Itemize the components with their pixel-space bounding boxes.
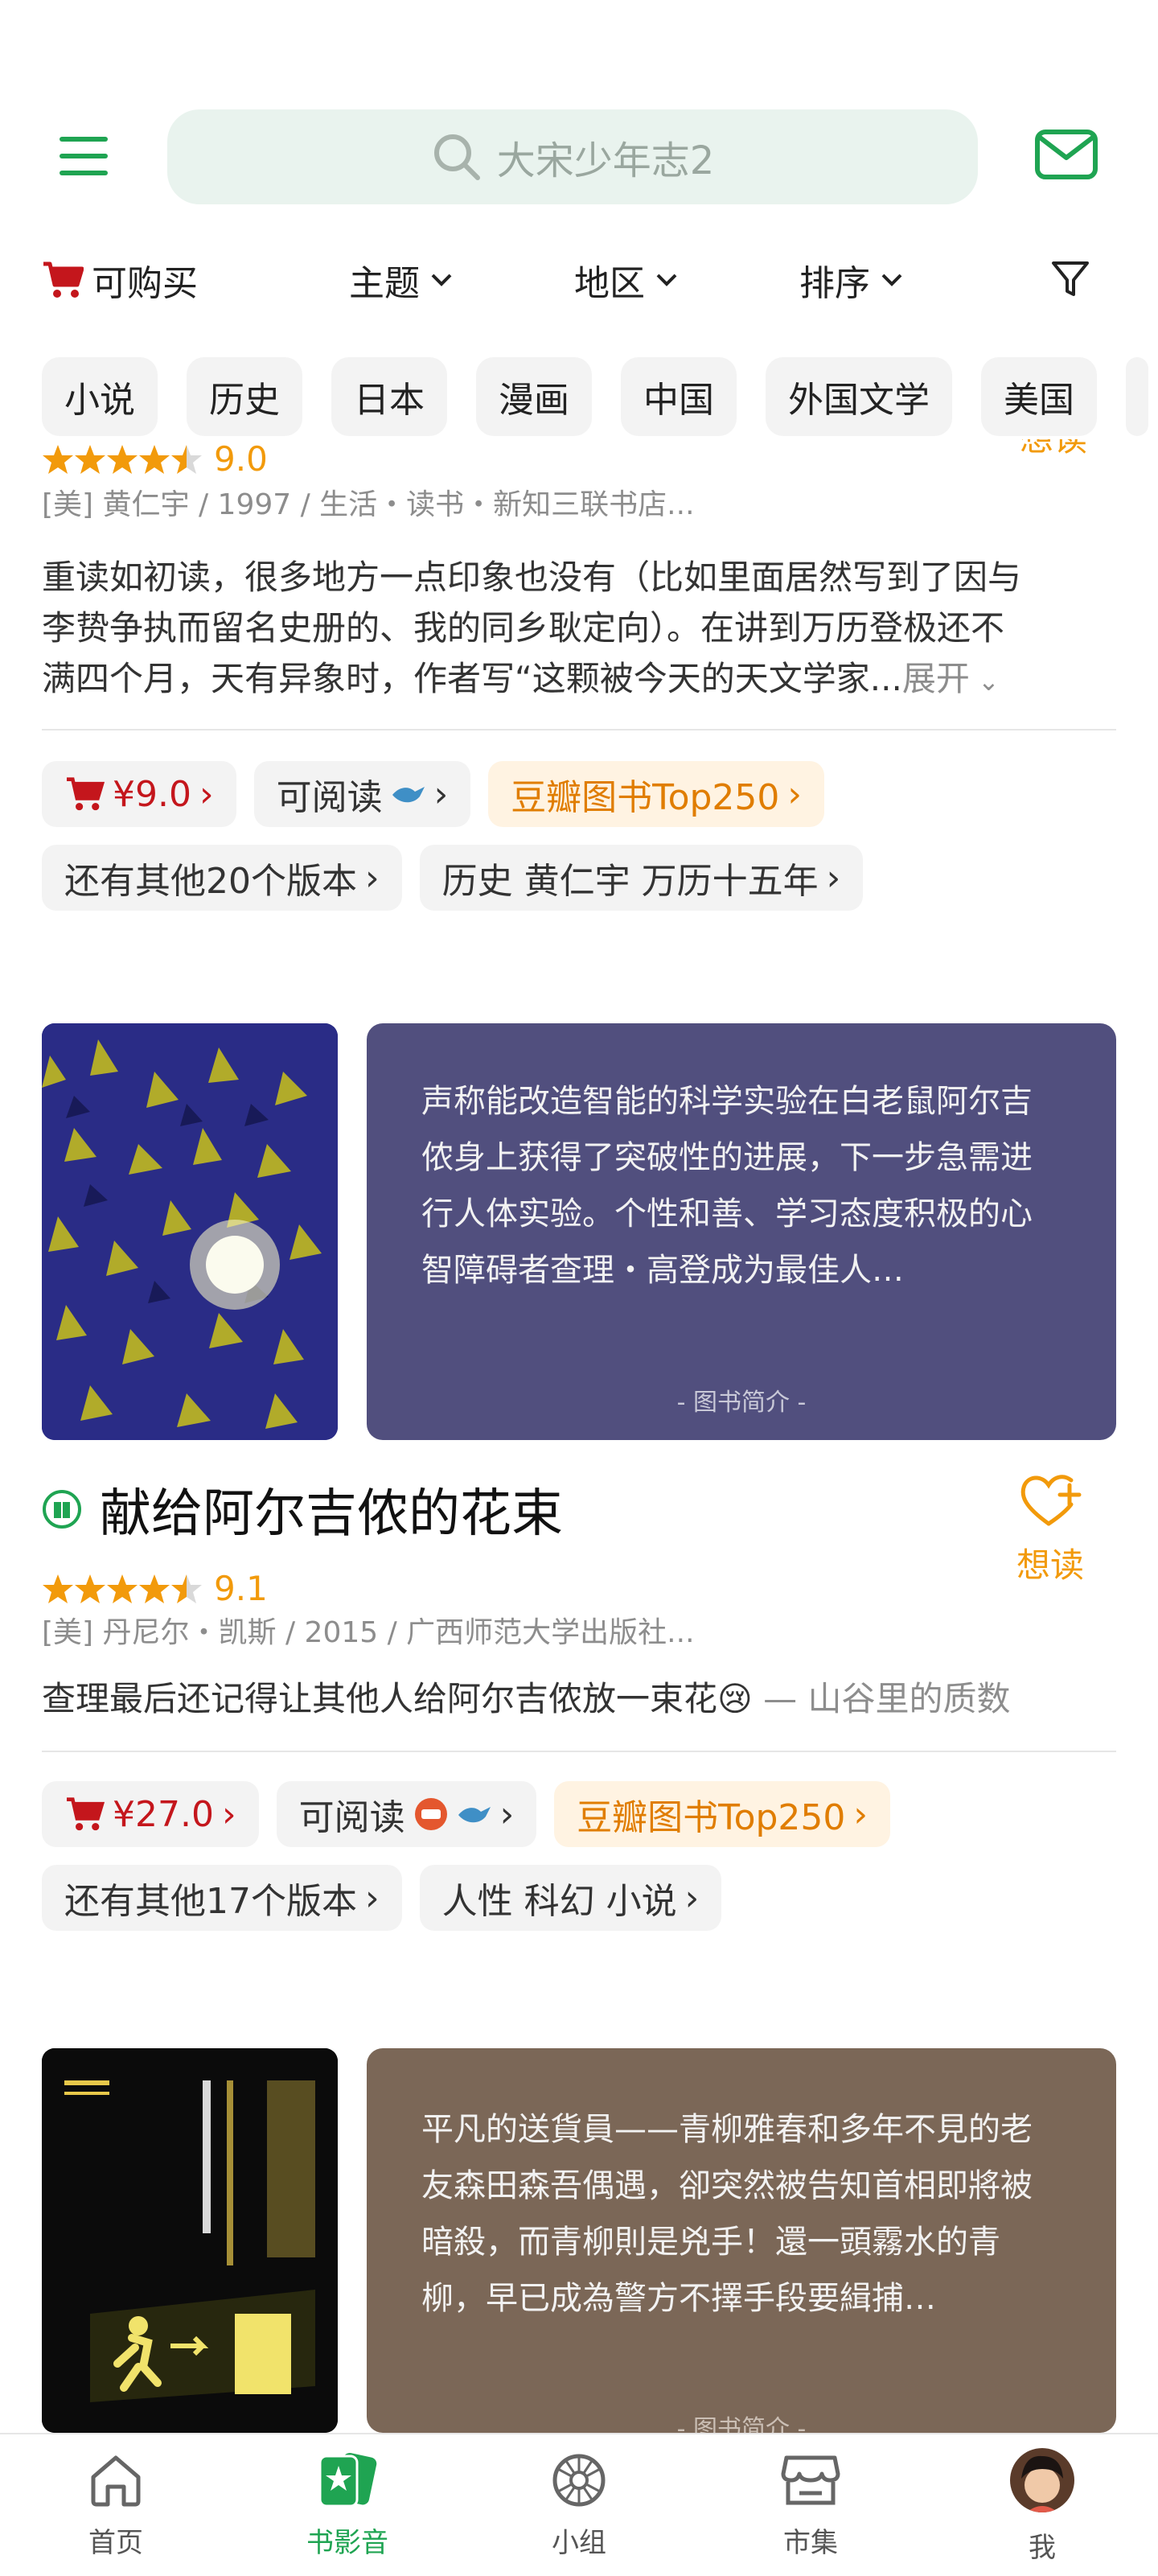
price-button[interactable]: ¥9.0 › [42, 761, 236, 827]
chevron-right-icon: › [826, 857, 841, 899]
book-title: 献给阿尔吉侬的花束 [100, 1484, 563, 1544]
home-icon [91, 2455, 141, 2506]
rating-stars: 9.1 [42, 1569, 268, 1608]
chevron-right-icon: › [199, 773, 214, 815]
want-read-partial[interactable]: 想读 [1013, 439, 1094, 463]
chevron-down-icon [881, 274, 902, 286]
avatar [1010, 2447, 1074, 2512]
market-icon [781, 2455, 840, 2504]
category-chips: 小说 历史 日本 漫画 中国 外国文学 美国 [42, 357, 1148, 436]
chip[interactable]: 小说 [42, 357, 158, 436]
cover-art [42, 1023, 338, 1440]
chip[interactable]: 中国 [621, 357, 737, 436]
reader-app-icon [414, 1798, 447, 1830]
filter-region[interactable]: 地区 [574, 254, 680, 306]
filter-sort[interactable]: 排序 [799, 254, 905, 306]
ebook-icon [43, 1490, 81, 1529]
book-description-card[interactable]: 平凡的送貨員——青柳雅春和多年不見的老友森田森吾偶遇，卻突然被告知首相即將被暗殺… [367, 2048, 1116, 2433]
filter-sort-label: 排序 [799, 263, 870, 304]
filter-theme-label: 主题 [349, 263, 420, 304]
want-read-label: 想读 [1016, 1545, 1084, 1585]
bottom-nav: 首页 书影音 小组 市集 我 [0, 2433, 1158, 2576]
bird-icon [392, 787, 425, 803]
nav-home[interactable]: 首页 [0, 2434, 232, 2576]
divider [42, 1751, 1116, 1752]
cart-icon [67, 1797, 105, 1831]
filter-purchasable[interactable]: 可购买 [42, 254, 198, 306]
book-links: 还有其他17个版本 › 人性 科幻 小说 › [42, 1865, 722, 1931]
book-tags-button[interactable]: 人性 科幻 小说 › [419, 1865, 722, 1931]
top250-badge[interactable]: 豆瓣图书Top250 › [488, 761, 825, 827]
chevron-right-icon: › [853, 1793, 868, 1835]
nav-group[interactable]: 小组 [463, 2434, 695, 2576]
chip[interactable]: 美国 [981, 357, 1097, 436]
nav-market[interactable]: 市集 [695, 2434, 926, 2576]
chevron-right-icon: › [433, 773, 449, 815]
other-versions-button[interactable]: 还有其他20个版本 › [42, 845, 402, 911]
nav-media[interactable]: 书影音 [232, 2434, 463, 2576]
nav-me[interactable]: 我 [926, 2434, 1158, 2576]
filter-purchasable-label: 可购买 [92, 263, 198, 304]
chevron-right-icon: › [499, 1793, 515, 1835]
search-icon [433, 134, 480, 180]
readable-button[interactable]: 可阅读 › [276, 1781, 537, 1847]
cart-icon [43, 261, 84, 298]
divider [42, 729, 1116, 730]
menu-icon[interactable] [58, 130, 109, 182]
rating-score: 9.1 [214, 1569, 268, 1608]
rating-stars: 9.0 [42, 439, 268, 479]
book-actions: ¥9.0 › 可阅读 › 豆瓣图书Top250 › [42, 761, 825, 827]
mail-icon[interactable] [1034, 129, 1098, 180]
book-meta: [美] 丹尼尔・凯斯 / 2015 / 广西师范大学出版社... [42, 1616, 695, 1649]
book-description: 平凡的送貨員——青柳雅春和多年不見的老友森田森吾偶遇，卻突然被告知首相即將被暗殺… [421, 2111, 1033, 2317]
book-meta: [美] 黄仁宇 / 1997 / 生活・读书・新知三联书店... [42, 488, 695, 521]
chevron-down-icon [656, 274, 677, 286]
search-placeholder: 大宋少年志2 [496, 138, 715, 183]
book-quote[interactable]: 查理最后还记得让其他人给阿尔吉侬放一束花😢 — 山谷里的质数 [42, 1673, 1119, 1724]
expand-link[interactable]: 展开 [902, 659, 970, 698]
quote-author: — 山谷里的质数 [763, 1679, 1011, 1718]
description-label: - 图书简介 - [676, 2415, 807, 2433]
book-cover[interactable] [42, 2048, 338, 2433]
chip[interactable]: 日本 [331, 357, 447, 436]
other-versions-button[interactable]: 还有其他17个版本 › [42, 1865, 402, 1931]
filter-region-label: 地区 [574, 263, 645, 304]
chip-partial[interactable] [1126, 357, 1148, 436]
bird-icon [458, 1807, 491, 1823]
chip[interactable]: 历史 [187, 357, 302, 436]
book-actions: ¥27.0 › 可阅读 › 豆瓣图书Top250 › [42, 1781, 891, 1847]
price-button[interactable]: ¥27.0 › [42, 1781, 259, 1847]
want-read-button[interactable]: 想读 [1007, 1471, 1094, 1587]
chevron-right-icon: › [684, 1877, 700, 1919]
rating-score: 9.0 [214, 439, 268, 479]
chevron-right-icon: › [221, 1793, 236, 1835]
heart-plus-icon [1020, 1475, 1082, 1526]
book-description: 声称能改造智能的科学实验在白老鼠阿尔吉侬身上获得了突破性的进展，下一步急需进行人… [421, 1083, 1033, 1289]
book-title-row[interactable]: 献给阿尔吉侬的花束 [42, 1472, 563, 1546]
chevron-right-icon: › [787, 773, 803, 815]
stars-icon [43, 444, 202, 474]
cart-icon [67, 777, 105, 811]
chip[interactable]: 外国文学 [766, 357, 952, 436]
readable-button[interactable]: 可阅读 › [253, 761, 471, 827]
chevron-down-icon [431, 274, 452, 286]
group-icon [552, 2454, 606, 2506]
filter-funnel-icon[interactable] [1050, 259, 1090, 299]
book-review[interactable]: 重读如初读，很多地方一点印象也没有（比如里面居然写到了因与 李贽争执而留名史册的… [42, 552, 1119, 707]
chevron-down-icon: ⌄ [969, 666, 1000, 697]
filter-theme[interactable]: 主题 [349, 254, 455, 306]
search-input[interactable]: 大宋少年志2 [167, 109, 978, 204]
book-description-card[interactable]: 声称能改造智能的科学实验在白老鼠阿尔吉侬身上获得了突破性的进展，下一步急需进行人… [367, 1023, 1116, 1440]
media-icon [318, 2452, 377, 2507]
book-links: 还有其他20个版本 › 历史 黄仁宇 万历十五年 › [42, 845, 864, 911]
chevron-right-icon: › [365, 1877, 380, 1919]
description-label: - 图书简介 - [676, 1389, 807, 1417]
chevron-right-icon: › [365, 857, 380, 899]
top250-badge[interactable]: 豆瓣图书Top250 › [554, 1781, 891, 1847]
book-cover[interactable] [42, 1023, 338, 1440]
book-tags-button[interactable]: 历史 黄仁宇 万历十五年 › [419, 845, 864, 911]
chip[interactable]: 漫画 [476, 357, 592, 436]
cover-art [42, 2048, 338, 2433]
stars-icon [43, 1574, 202, 1603]
